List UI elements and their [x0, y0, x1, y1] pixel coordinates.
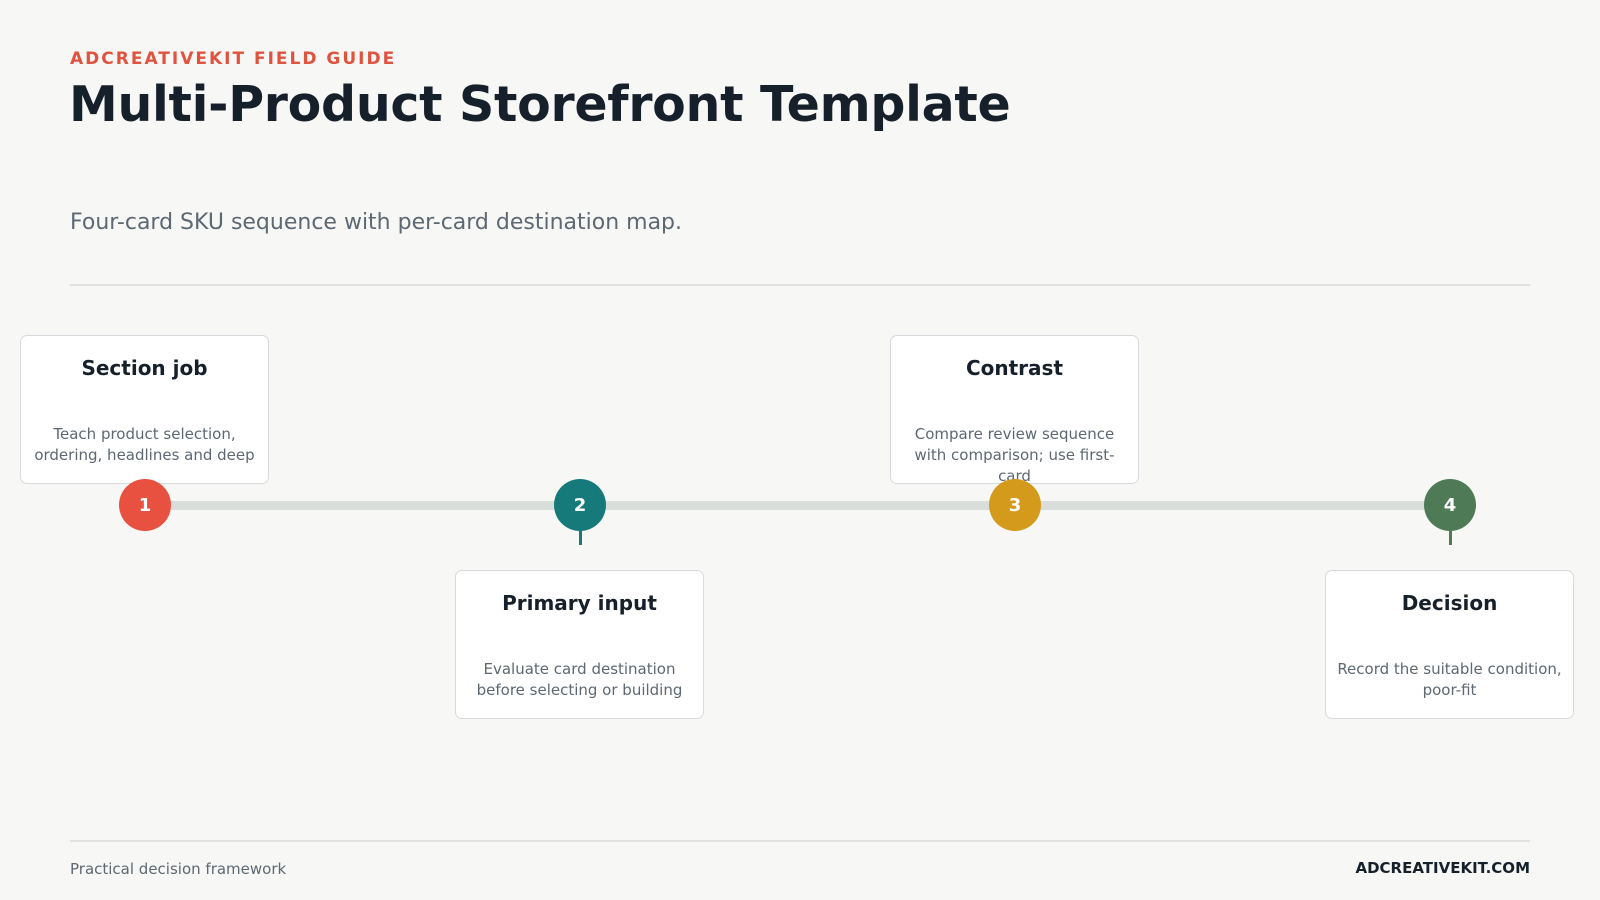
step-description: Compare review sequence with comparison;… [914, 425, 1115, 485]
step-marker-2: 2 [554, 479, 606, 531]
step-title: Section job [81, 356, 208, 380]
step-card-2: Primary input Evaluate card destination … [455, 570, 704, 719]
step-card-4: Decision Record the suitable condition, … [1325, 570, 1574, 719]
step-description: Record the suitable condition, poor-fit [1337, 660, 1562, 699]
page-title: Multi-Product Storefront Template [69, 76, 1011, 133]
step-connector-2 [579, 529, 582, 545]
step-title: Primary input [502, 591, 657, 615]
step-title: Contrast [965, 356, 1064, 380]
timeline-track [145, 501, 1451, 510]
step-connector-4 [1449, 529, 1452, 545]
page-subtitle: Four-card SKU sequence with per-card des… [70, 210, 683, 235]
footer-site-link[interactable]: ADCREATIVEKIT.COM [1355, 859, 1530, 877]
step-description: Teach product selection, ordering, headl… [34, 425, 255, 464]
step-description: Evaluate card destination before selecti… [476, 660, 683, 699]
step-title: Decision [1401, 591, 1498, 615]
step-card-1: Section job Teach product selection, ord… [20, 335, 269, 484]
top-divider [70, 284, 1530, 286]
eyebrow-label: ADCREATIVEKIT FIELD GUIDE [70, 49, 397, 69]
bottom-divider [70, 840, 1530, 842]
step-marker-4: 4 [1424, 479, 1476, 531]
step-marker-3: 3 [989, 479, 1041, 531]
footer-tagline: Practical decision framework [70, 860, 287, 878]
step-marker-1: 1 [119, 479, 171, 531]
step-card-3: Contrast Compare review sequence with co… [890, 335, 1139, 485]
